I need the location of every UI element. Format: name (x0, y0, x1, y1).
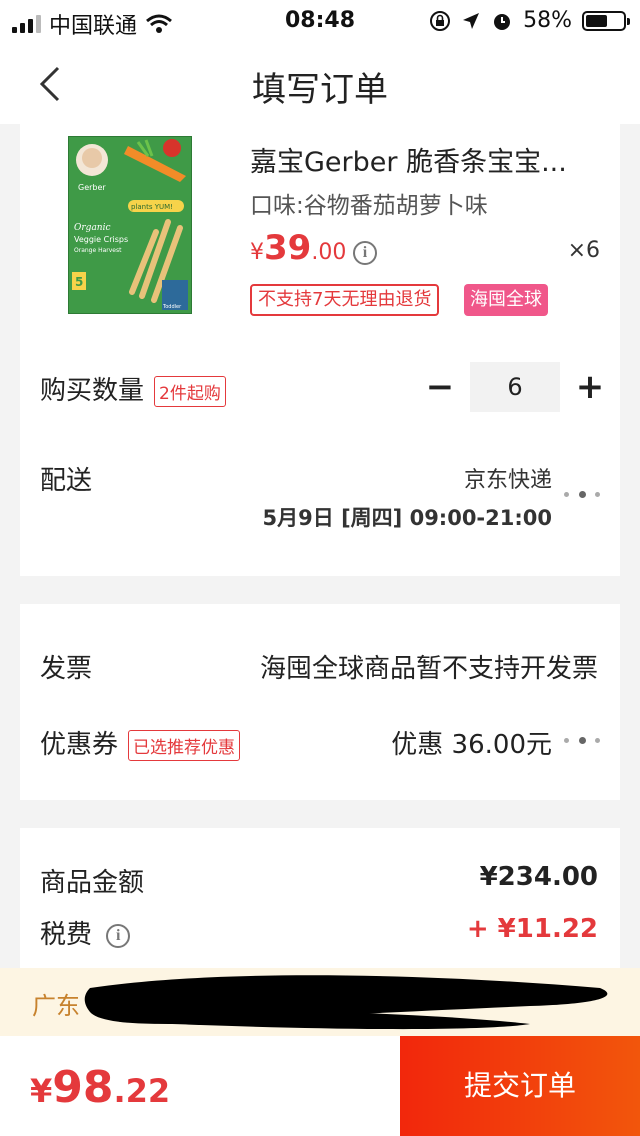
invoice-card: 发票 海囤全球商品暂不支持开发票 优惠券 已选推荐优惠 优惠 36.00元 (20, 604, 620, 800)
address-strip[interactable]: 广东 (0, 968, 640, 1036)
tax-value: + ¥11.22 (466, 914, 598, 944)
tax-label: 税费 (40, 920, 93, 950)
battery-fill (586, 14, 607, 27)
quantity-row: 购买数量 2件起购 (40, 370, 226, 407)
total-integer: 98 (52, 1062, 114, 1113)
coupon-tag: 已选推荐优惠 (128, 730, 241, 761)
price-info-icon[interactable]: i (353, 241, 377, 265)
amount-card: 商品金额 ¥234.00 税费 i + ¥11.22 (20, 828, 620, 968)
product-flavor: 口味:谷物番茄胡萝卜味 (250, 193, 488, 219)
coupon-row[interactable]: 优惠券 已选推荐优惠 (40, 724, 241, 761)
total-price: ¥98.22 (30, 1062, 170, 1113)
price-symbol: ¥ (250, 240, 264, 265)
image-age: Toddler (162, 304, 182, 310)
image-line1: Organic (74, 223, 111, 233)
total-decimal: .22 (113, 1072, 171, 1110)
bottom-bar: ¥98.22 提交订单 (0, 1036, 640, 1136)
total-symbol: ¥ (30, 1072, 53, 1110)
quantity-input[interactable]: 6 (470, 362, 560, 412)
image-line2: Veggie Crisps (74, 235, 128, 244)
location-icon (463, 12, 480, 29)
page-title: 填写订单 (252, 70, 388, 110)
redaction-mark (84, 975, 608, 1030)
coupon-more-icon[interactable] (564, 736, 600, 744)
return-policy-tag: 不支持7天无理由退货 (250, 284, 440, 316)
goods-amount-label: 商品金额 (40, 868, 145, 898)
quantity-mark: ×6 (567, 238, 600, 263)
submit-order-button[interactable]: 提交订单 (400, 1036, 640, 1136)
tax-row: 税费 i (40, 914, 131, 951)
battery-icon (582, 10, 630, 31)
status-bar: 中国联通 08:48 58% (0, 0, 640, 44)
image-count: 5 (75, 275, 83, 289)
delivery-time[interactable]: 5月9日 [周四] 09:00-21:00 (263, 502, 552, 532)
quantity-minus-button[interactable]: − (420, 362, 460, 412)
delivery-label: 配送 (40, 466, 93, 496)
invoice-value: 海囤全球商品暂不支持开发票 (259, 654, 598, 684)
delivery-more-icon[interactable] (564, 490, 600, 498)
battery-percent: 58% (523, 8, 572, 33)
rotation-lock-icon (430, 10, 451, 31)
quantity-plus-button[interactable]: + (570, 362, 610, 412)
goods-amount-value: ¥234.00 (479, 862, 598, 892)
coupon-value[interactable]: 优惠 36.00元 (391, 724, 552, 761)
product-title[interactable]: 嘉宝Gerber 脆香条宝宝... (250, 140, 590, 179)
global-tag: 海囤全球 (464, 284, 548, 316)
image-line3: Orange Harvest (74, 247, 122, 254)
min-order-tag: 2件起购 (154, 376, 226, 407)
product-price: ¥39.00 (250, 228, 346, 268)
alarm-icon (494, 13, 511, 30)
invoice-label: 发票 (40, 654, 93, 684)
coupon-label: 优惠券 (40, 730, 119, 760)
quantity-label: 购买数量 (40, 376, 145, 406)
image-brand: Gerber (78, 183, 106, 192)
price-decimal: .00 (311, 240, 347, 265)
nav-bar: 填写订单 (0, 44, 640, 124)
status-right: 58% (429, 8, 630, 33)
delivery-carrier[interactable]: 京东快递 (464, 462, 552, 494)
product-card: Gerber plants YUM! Organic Veggie Crisps… (20, 124, 620, 576)
product-image[interactable]: Gerber plants YUM! Organic Veggie Crisps… (68, 136, 192, 314)
image-badge: plants YUM! (131, 203, 173, 211)
tax-info-icon[interactable]: i (106, 923, 131, 948)
price-integer: 39 (264, 228, 312, 268)
